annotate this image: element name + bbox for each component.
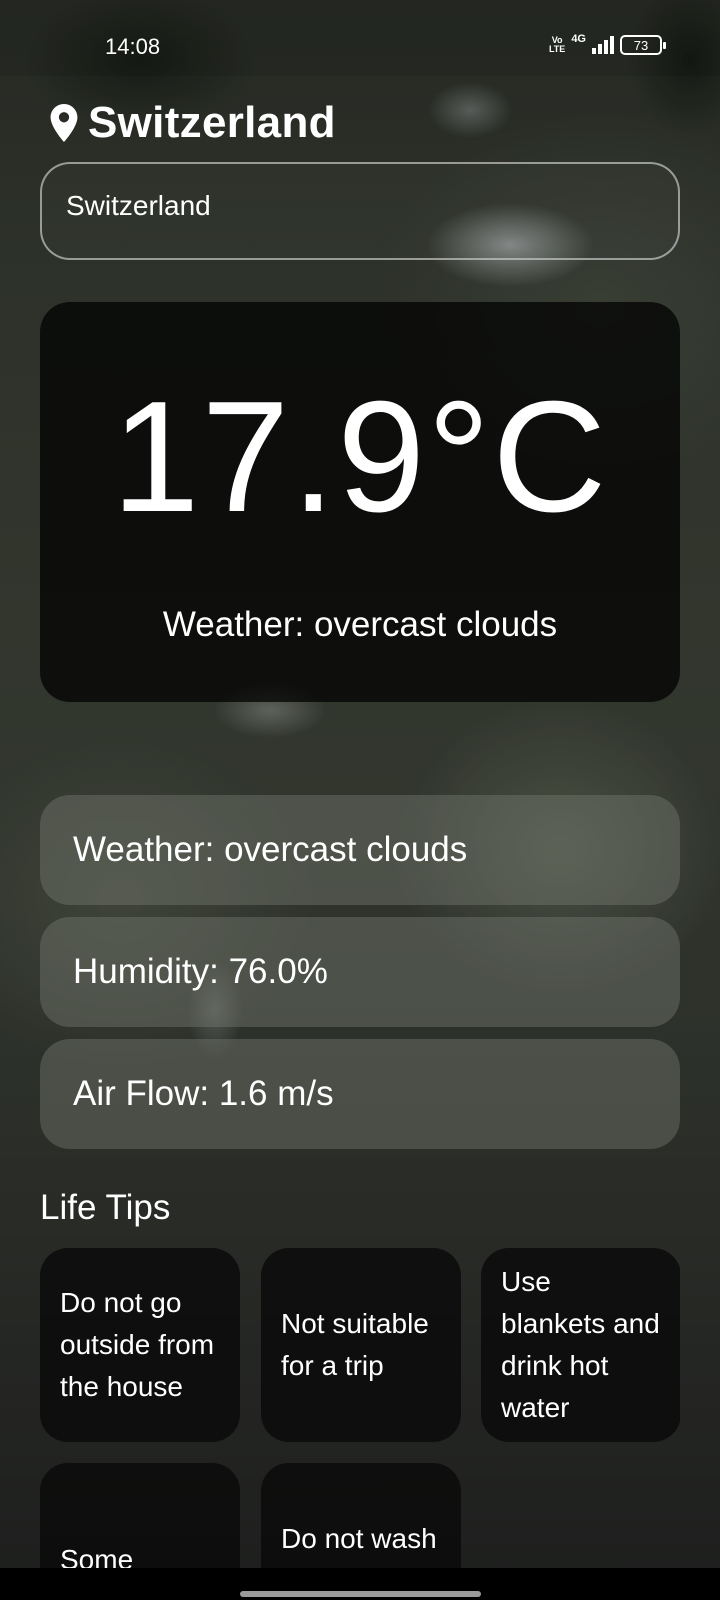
status-bar: 14:08 Vo LTE 4G 73	[0, 0, 720, 76]
status-icons: Vo LTE 4G 73	[548, 33, 666, 55]
tip-text: Do not go outside from the house	[60, 1287, 215, 1402]
tip-text: Use blankets and drink hot water	[501, 1266, 660, 1423]
location-pin-icon	[50, 104, 78, 142]
tip-text: Not suitable for a trip	[281, 1308, 429, 1381]
humidity-row: Humidity: 76.0%	[40, 917, 680, 1027]
weather-condition-label: Weather: overcast clouds	[73, 830, 468, 869]
tip-text: Do not wash your	[281, 1523, 437, 1568]
weather-description: Weather: overcast clouds	[162, 605, 558, 644]
volte-icon: Vo LTE	[548, 35, 566, 54]
tip-card: Not suitable for a trip	[261, 1248, 461, 1442]
weather-condition-row: Weather: overcast clouds	[40, 795, 680, 905]
battery-icon: 73	[620, 35, 666, 55]
city-input[interactable]	[66, 190, 654, 222]
city-search-field[interactable]	[40, 162, 680, 260]
status-time: 14:08	[105, 34, 161, 59]
tip-card: Do not wash your	[261, 1463, 461, 1568]
tip-card: Some	[40, 1463, 240, 1568]
humidity-label: Humidity: 76.0%	[73, 952, 328, 991]
air-flow-label: Air Flow: 1.6 m/s	[73, 1074, 334, 1113]
life-tips-grid: Do not go outside from the house Not sui…	[40, 1248, 680, 1568]
tip-card: Use blankets and drink hot water	[481, 1248, 680, 1442]
page-title: Switzerland	[88, 98, 336, 147]
tip-card: Do not go outside from the house	[40, 1248, 240, 1442]
life-tips-title: Life Tips	[40, 1188, 171, 1227]
location-header: Switzerland	[50, 98, 336, 148]
battery-level: 73	[633, 37, 649, 53]
signal-icon	[592, 36, 614, 54]
home-gesture-handle[interactable]	[240, 1591, 481, 1597]
tip-text: Some	[60, 1544, 134, 1568]
network-type: 4G	[571, 33, 586, 45]
air-flow-row: Air Flow: 1.6 m/s	[40, 1039, 680, 1149]
temperature-value: 17.9°C	[111, 369, 609, 545]
